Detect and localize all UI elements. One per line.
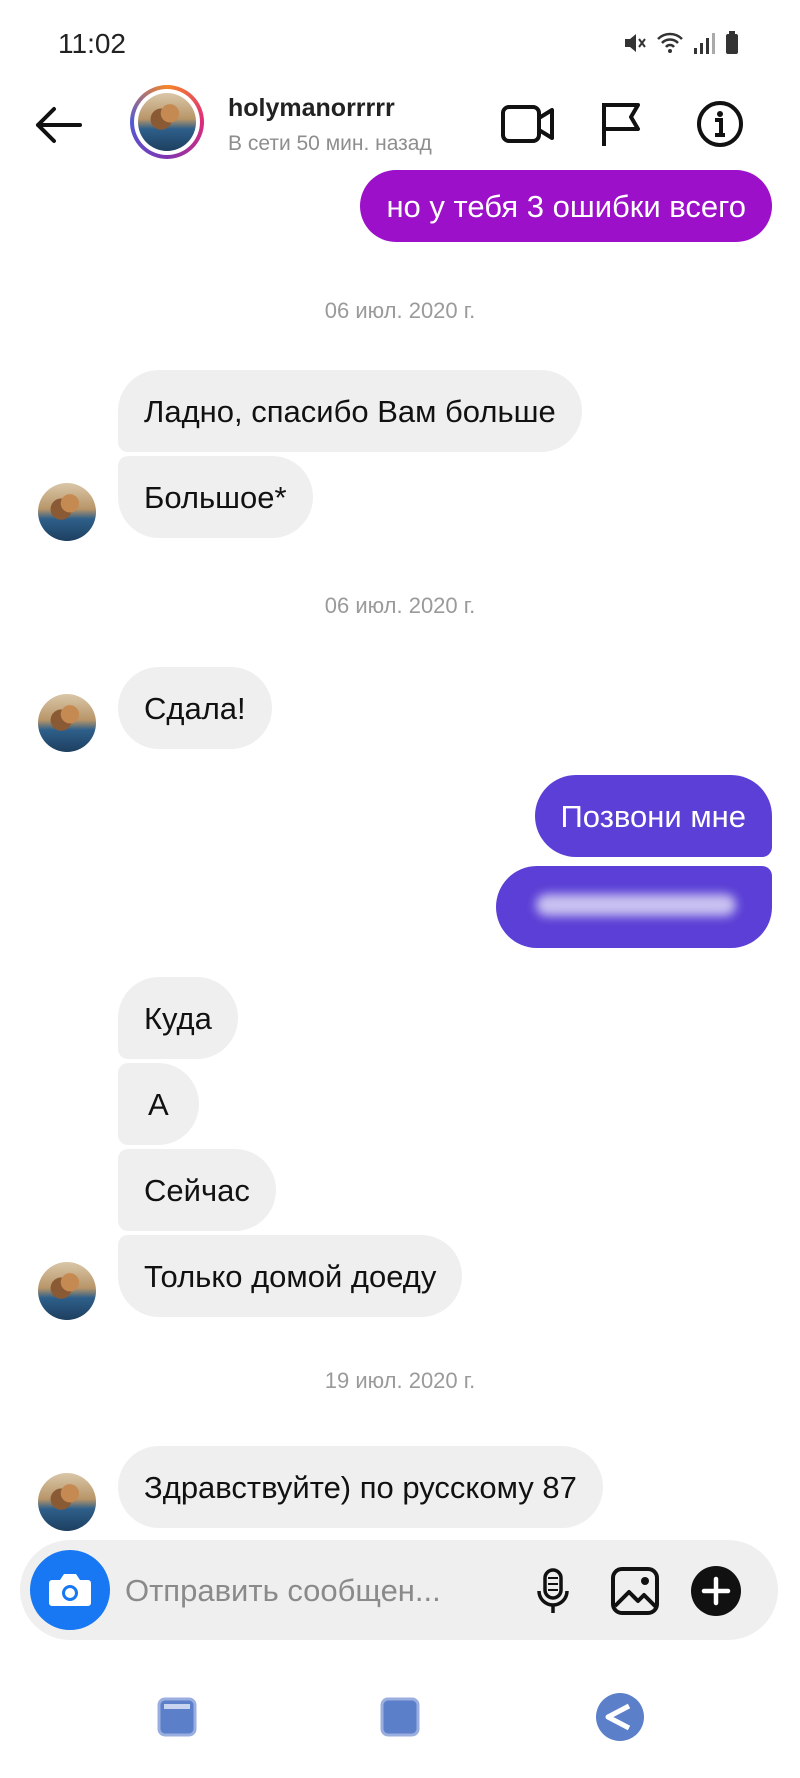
date-separator: 06 июл. 2020 г. [324,298,476,323]
redacted-message[interactable] [496,866,772,948]
nav-back-button[interactable] [593,1690,647,1744]
back-arrow-icon [36,107,82,143]
incoming-message[interactable]: Здравствуйте) по русскому 87 [118,1446,603,1528]
video-call-icon [501,105,554,143]
date-separator: 19 июл. 2020 г. [324,1368,476,1393]
camera-icon [49,1574,91,1606]
profile-avatar[interactable] [130,85,204,159]
mute-icon [625,34,646,52]
avatar-image [138,93,196,151]
plus-icon [691,1566,741,1616]
nav-recents-button[interactable] [150,1690,204,1744]
back-button[interactable] [28,100,88,150]
voice-message-button[interactable] [528,1566,578,1616]
status-time: 11:02 [58,28,126,59]
incoming-message[interactable]: А [118,1063,199,1145]
nav-home-button[interactable] [373,1690,427,1744]
outgoing-message[interactable]: Позвони мне [534,775,772,857]
microphone-icon [537,1568,569,1613]
incoming-message[interactable]: Сдала! [118,667,272,749]
gallery-button[interactable] [608,1564,662,1618]
wifi-icon [657,32,683,53]
battery-icon [726,31,738,54]
incoming-message[interactable]: Ладно, спасибо Вам больше [118,370,582,452]
signal-icon [694,33,715,54]
info-button[interactable] [694,98,750,150]
incoming-message[interactable]: Куда [118,977,238,1059]
gallery-icon [611,1567,659,1615]
home-icon [380,1697,420,1737]
redaction-blur [536,894,736,916]
camera-button[interactable] [30,1550,110,1630]
incoming-message[interactable]: Большое* [118,456,313,538]
incoming-message[interactable]: Сейчас [118,1149,276,1231]
info-icon [697,101,743,147]
video-call-button[interactable] [500,98,556,150]
status-icons [622,30,740,56]
report-button[interactable] [596,98,652,150]
outgoing-message[interactable]: но у тебя 3 ошибки всего [360,170,772,242]
date-separator: 06 июл. 2020 г. [324,593,476,618]
sender-avatar[interactable] [38,1262,96,1320]
sender-avatar[interactable] [38,483,96,541]
presence-status: В сети 50 мин. назад [228,132,432,155]
more-actions-button[interactable] [689,1564,743,1618]
nav-back-icon [596,1693,644,1741]
recents-icon [157,1697,197,1737]
sender-avatar[interactable] [38,694,96,752]
username[interactable]: holymanorrrrr [228,94,395,123]
message-input[interactable] [125,1571,505,1611]
incoming-message[interactable]: Только домой доеду [118,1235,463,1317]
flag-icon [602,103,640,146]
sender-avatar[interactable] [38,1473,96,1531]
